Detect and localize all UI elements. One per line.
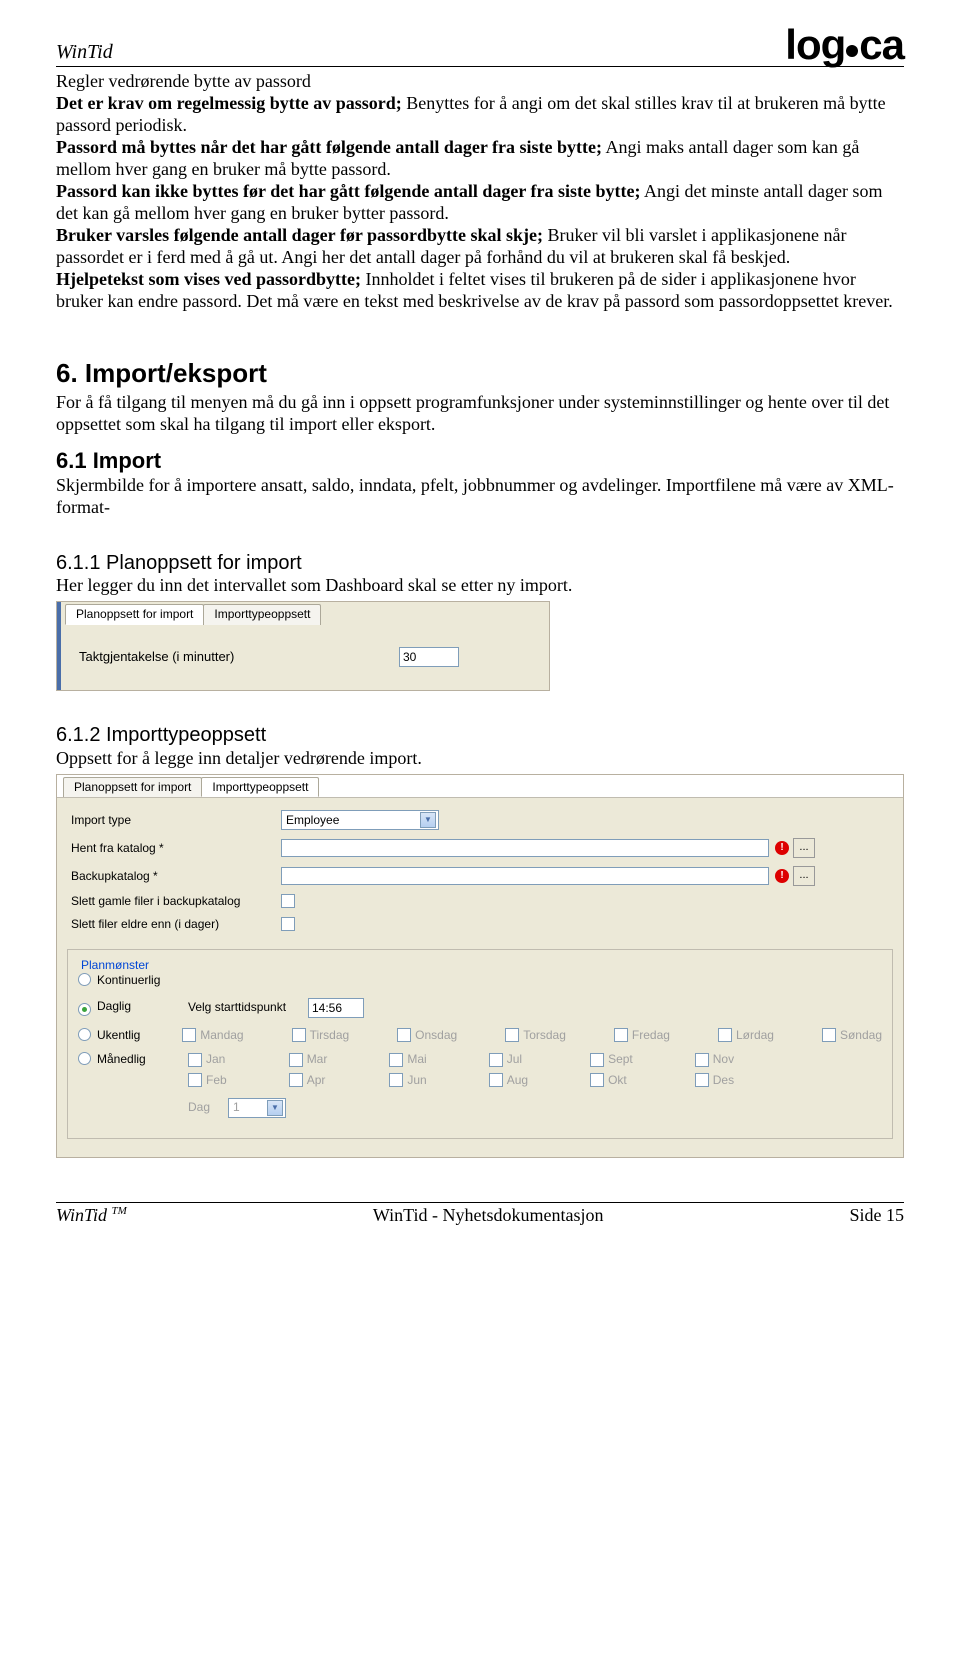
s6-intro: For å få tilgang til menyen må du gå inn… <box>56 392 904 436</box>
para-bold: Passord må byttes når det har gått følge… <box>56 137 602 157</box>
label-slett: Slett gamle filer i backupkatalog <box>71 894 281 909</box>
label-dag: Dag <box>188 1100 228 1115</box>
page-footer: WinTid TM WinTid - Nyhetsdokumentasjon S… <box>56 1202 904 1256</box>
input-takt[interactable] <box>399 647 459 667</box>
heading-6: 6. Import/eksport <box>56 358 904 390</box>
para-bold: Bruker varsles følgende antall dager før… <box>56 225 543 245</box>
footer-page: Side 15 <box>849 1205 904 1226</box>
checkbox-day[interactable] <box>718 1028 732 1042</box>
warning-icon: ! <box>775 841 789 855</box>
label-hent: Hent fra katalog * <box>71 841 281 856</box>
checkbox-day[interactable] <box>182 1028 196 1042</box>
footer-center: WinTid - Nyhetsdokumentasjon <box>373 1205 604 1226</box>
legend-planmonster: Planmønster <box>78 958 152 973</box>
select-import-type[interactable]: Employee ▼ <box>281 810 439 830</box>
tab-planoppsett[interactable]: Planoppsett for import <box>63 777 202 798</box>
checkbox-day[interactable] <box>505 1028 519 1042</box>
input-hent[interactable] <box>281 839 769 857</box>
label-slett-dager: Slett filer eldre enn (i dager) <box>71 917 281 932</box>
input-time[interactable] <box>308 998 364 1018</box>
tab-planoppsett[interactable]: Planoppsett for import <box>65 604 204 625</box>
para-bold: Det er krav om regelmessig bytte av pass… <box>56 93 402 113</box>
checkbox-day[interactable] <box>614 1028 628 1042</box>
s611-text: Her legger du inn det intervallet som Da… <box>56 575 904 597</box>
browse-button[interactable]: ... <box>793 866 815 886</box>
checkbox-day[interactable] <box>397 1028 411 1042</box>
radio-ukentlig[interactable] <box>78 1028 91 1041</box>
product-name: WinTid <box>56 41 113 66</box>
s612-text: Oppsett for å legge inn detaljer vedrøre… <box>56 748 904 770</box>
radio-daglig[interactable] <box>78 1003 91 1016</box>
checkbox-slett[interactable] <box>281 894 295 908</box>
screenshot-importtype: Planoppsett for import Importtypeoppsett… <box>56 774 904 1158</box>
s61-text: Skjermbilde for å importere ansatt, sald… <box>56 475 904 519</box>
section-title: Regler vedrørende bytte av passord <box>56 71 904 93</box>
select-dag[interactable]: 1▼ <box>228 1098 286 1118</box>
input-backup[interactable] <box>281 867 769 885</box>
label-velg: Velg starttidspunkt <box>188 1000 308 1015</box>
heading-6-1: 6.1 Import <box>56 448 904 475</box>
logo: logca <box>785 24 904 66</box>
label-backup: Backupkatalog * <box>71 869 281 884</box>
heading-6-1-1: 6.1.1 Planoppsett for import <box>56 551 904 575</box>
page-header: WinTid logca <box>56 0 904 67</box>
para-bold: Hjelpetekst som vises ved passordbytte; <box>56 269 361 289</box>
tab-importtype[interactable]: Importtypeoppsett <box>203 604 321 625</box>
checkbox-day[interactable] <box>822 1028 836 1042</box>
radio-kontinuerlig[interactable] <box>78 973 91 986</box>
checkbox-slett-dager[interactable] <box>281 917 295 931</box>
chevron-down-icon: ▼ <box>420 812 436 828</box>
fieldset-planmonster: Planmønster Kontinuerlig Daglig Velg sta… <box>67 949 893 1138</box>
label-import-type: Import type <box>71 813 281 828</box>
browse-button[interactable]: ... <box>793 838 815 858</box>
screenshot-planoppsett: Planoppsett for import Importtypeoppsett… <box>56 601 550 691</box>
para-bold: Passord kan ikke byttes før det har gått… <box>56 181 640 201</box>
checkbox-day[interactable] <box>292 1028 306 1042</box>
warning-icon: ! <box>775 869 789 883</box>
heading-6-1-2: 6.1.2 Importtypeoppsett <box>56 723 904 747</box>
tab-importtype[interactable]: Importtypeoppsett <box>201 777 319 798</box>
chevron-down-icon: ▼ <box>267 1100 283 1116</box>
label-takt: Taktgjentakelse (i minutter) <box>79 649 399 665</box>
radio-manedlig[interactable] <box>78 1052 91 1065</box>
